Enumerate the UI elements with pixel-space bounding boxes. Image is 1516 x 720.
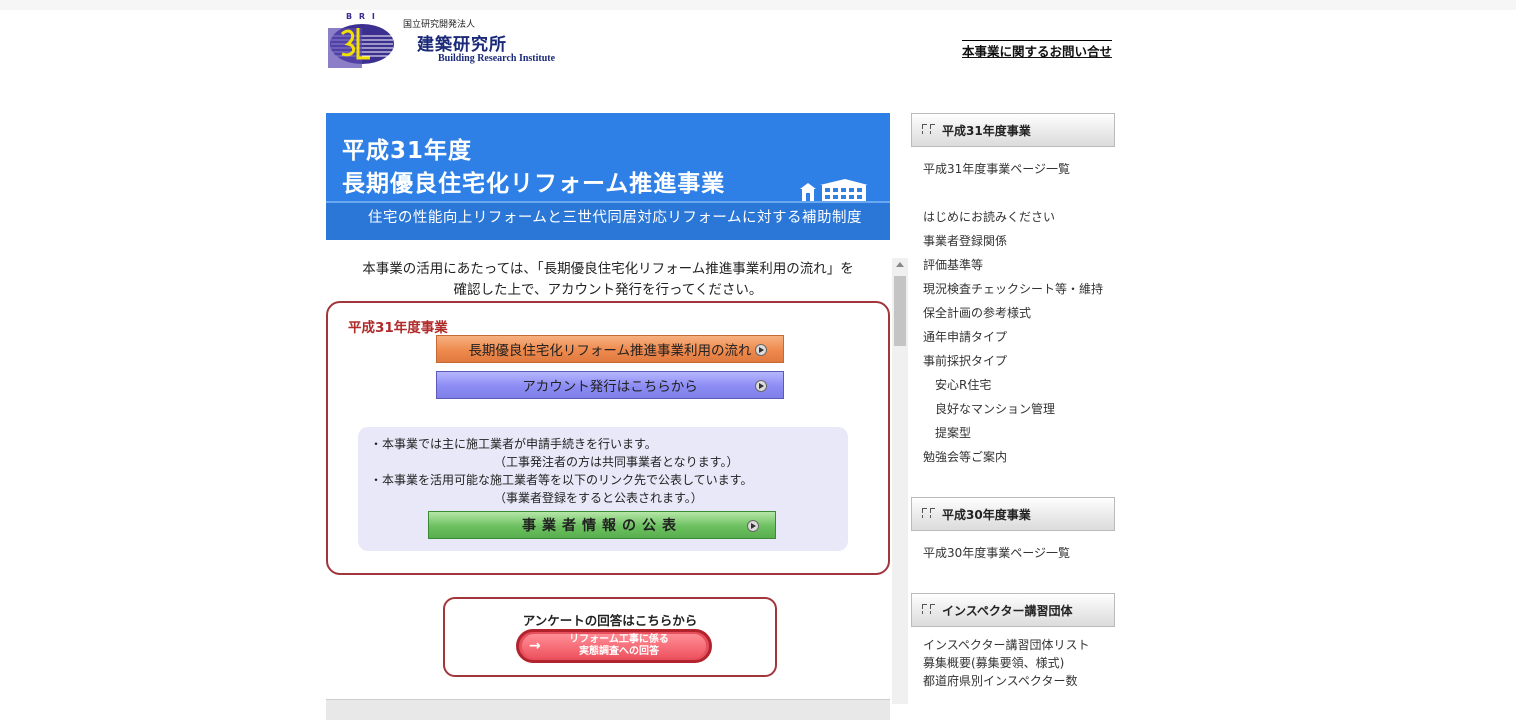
sidebar-link-read-first[interactable]: はじめにお読みください [923,208,1055,225]
public-button-label: 事業者情報の公表 [522,518,682,534]
sidebar-heading-label: 平成31年度事業 [942,123,1031,138]
survey-title: アンケートの回答はこちらから [522,613,698,628]
info-line-4: （事業者登録をすると公表されます。） [494,491,703,505]
intro-line-1: 本事業の活用にあたっては、「長期優良住宅化リフォーム推進事業利用の流れ」を [362,261,854,277]
survey-button[interactable]: → リフォーム工事に係る 実態調査への回答 [516,629,712,663]
logo-letters: B R I [346,12,377,21]
sidebar-link-checksheet[interactable]: 現況検査チェックシート等・維持 [923,280,1103,297]
info-box: ・本事業では主に施工業者が申請手続きを行います。 （工事発注者の方は共同事業者と… [358,427,848,551]
arrow-right-icon [747,520,759,532]
sidebar-heading-label: 平成30年度事業 [942,507,1031,522]
bri-logo[interactable]: B R I 国立研究開発法人 建築研究所 Building Research I… [328,12,568,70]
sidebar-link-yearround[interactable]: 通年申請タイプ [923,328,1007,345]
info-line-3: ・本事業を活用可能な施工業者等を以下のリンク先で公表しています。 [370,473,753,487]
sidebar-link-maintenance-plan[interactable]: 保全計画の参考様式 [923,304,1031,321]
main-content: 平成31年度 長期優良住宅化リフォーム推進事業 住宅の性能向上リフォームと三世代… [326,113,890,720]
sidebar-link-h31-list[interactable]: 平成31年度事業ページ一覧 [923,160,1070,177]
flow-button-label: 長期優良住宅化リフォーム推進事業利用の流れ [468,343,752,359]
survey-box: アンケートの回答はこちらから → リフォーム工事に係る 実態調査への回答 [443,597,777,677]
scroll-up-icon[interactable] [896,262,904,267]
sidebar-heading-label: インスペクター講習団体 [942,603,1073,618]
scrollbar-thumb[interactable] [894,276,906,346]
org-name-en: Building Research Institute [438,53,556,64]
hero-banner: 平成31年度 長期優良住宅化リフォーム推進事業 住宅の性能向上リフォームと三世代… [326,113,890,240]
sidebar-heading-h31: 平成31年度事業 [911,113,1115,147]
sidebar-link-anshin-r[interactable]: 安心R住宅 [935,376,991,393]
bri-logo-mark [328,24,394,68]
sidebar-link-prefecture-count[interactable]: 都道府県別インスペクター数 [923,672,1077,689]
intro-line-2: 確認した上で、アカウント発行を行ってください。 [453,282,763,298]
info-line-1: ・本事業では主に施工業者が申請手続きを行います。 [370,437,657,451]
house-icon [800,179,868,201]
sidebar-link-preselection[interactable]: 事前採択タイプ [923,352,1007,369]
sidebar-heading-h30: 平成30年度事業 [911,497,1115,531]
sidebar-link-seminars[interactable]: 勉強会等ご案内 [923,448,1007,465]
contact-link[interactable]: 本事業に関するお問い合せ [962,40,1113,60]
survey-button-label: リフォーム工事に係る 実態調査への回答 [549,634,689,658]
sidebar-link-registration[interactable]: 事業者登録関係 [923,232,1007,249]
contractor-public-button[interactable]: 事業者情報の公表 [428,511,776,539]
banner-subtitle: 住宅の性能向上リフォームと三世代同居対応リフォームに対する補助制度 [367,210,862,226]
sidebar-link-mansion[interactable]: 良好なマンション管理 [935,400,1055,417]
corner-bracket-icon [922,604,936,616]
org-type: 国立研究開発法人 [403,20,476,30]
sidebar-link-criteria[interactable]: 評価基準等 [923,256,983,273]
arrow-right-icon [755,380,767,392]
intro-text: 本事業の活用にあたっては、「長期優良住宅化リフォーム推進事業利用の流れ」を 確認… [326,259,890,301]
org-name: 建築研究所 [417,35,507,55]
top-bar [0,0,1516,10]
corner-bracket-icon [922,508,936,520]
sidebar-link-h30-list[interactable]: 平成30年度事業ページ一覧 [923,544,1070,561]
account-issue-button[interactable]: アカウント発行はこちらから [436,371,784,399]
corner-bracket-icon [922,124,936,136]
h31-section-title: 平成31年度事業 [348,320,448,336]
flow-button[interactable]: 長期優良住宅化リフォーム推進事業利用の流れ [436,335,784,363]
sidebar-link-proposal[interactable]: 提案型 [935,424,971,441]
banner-title: 長期優良住宅化リフォーム推進事業 [342,171,726,197]
survey-button-line-1: リフォーム工事に係る [569,634,669,645]
account-button-label: アカウント発行はこちらから [522,379,698,395]
footer-strip [326,699,890,720]
survey-button-line-2: 実態調査への回答 [579,646,659,657]
arrow-right-icon [755,344,767,356]
sidebar-link-inspector-list[interactable]: インスペクター講習団体リスト [923,636,1089,653]
banner-year: 平成31年度 [342,138,473,164]
sidebar-link-recruitment[interactable]: 募集概要(募集要領、様式) [923,654,1064,671]
info-line-2: （工事発注者の方は共同事業者となります。） [494,455,739,469]
h31-section-box: 平成31年度事業 長期優良住宅化リフォーム推進事業利用の流れ アカウント発行はこ… [326,301,890,575]
sidebar-heading-inspector: インスペクター講習団体 [911,593,1115,627]
arrow-right-icon: → [529,638,541,654]
